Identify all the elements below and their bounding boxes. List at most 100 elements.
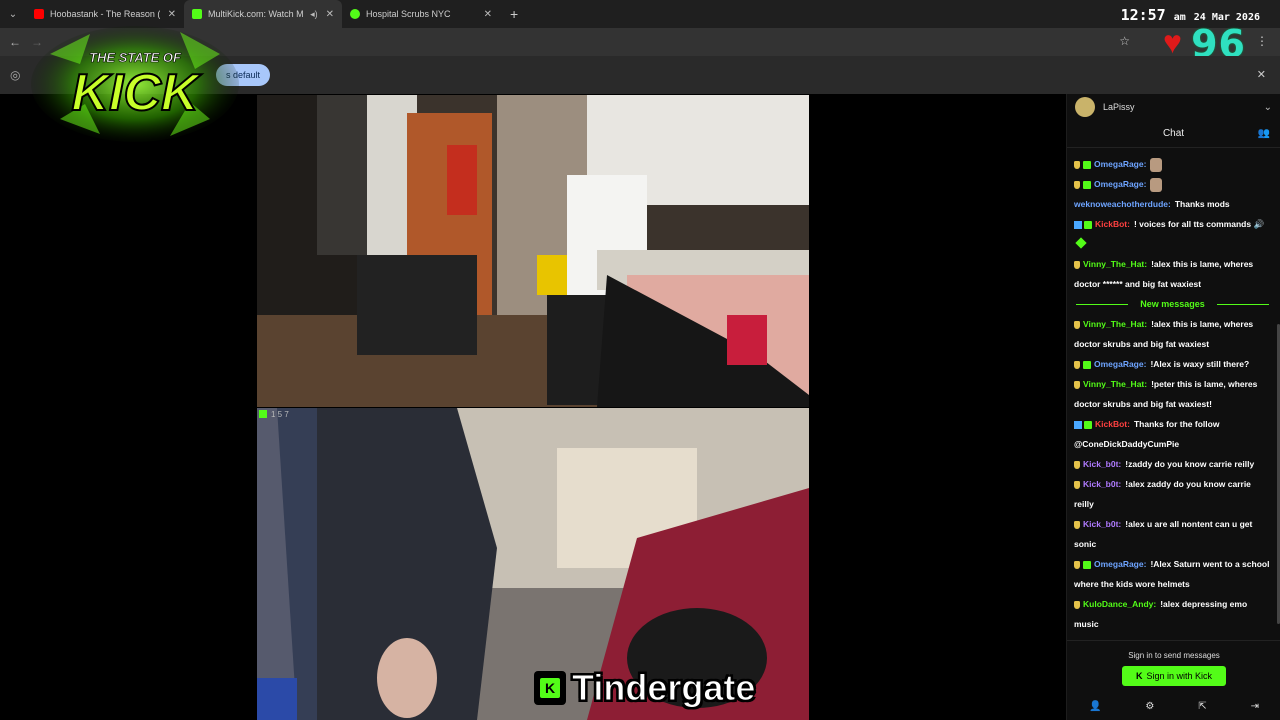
- chrome-icon: ◎: [10, 68, 21, 82]
- chat-footer: Sign in to send messages K Sign in with …: [1067, 640, 1280, 712]
- browser-menu-icon[interactable]: ⋮: [1256, 34, 1268, 48]
- chat-header: Chat 👥: [1067, 120, 1280, 148]
- chat-username[interactable]: Vinny_The_Hat:: [1083, 319, 1147, 329]
- kick-logo-letter: K: [540, 678, 560, 698]
- bot-badge-icon: [1084, 220, 1092, 229]
- sub-badge-icon: [1083, 560, 1091, 569]
- chat-text: !zaddy do you know carrie reilly: [1125, 459, 1255, 469]
- gift-badge-icon: [1074, 380, 1080, 389]
- chat-text: !Alex is waxy still there?: [1150, 359, 1250, 369]
- chat-message[interactable]: OmegaRage: !Alex Saturn went to a school …: [1074, 554, 1271, 594]
- sub-badge-icon: [1083, 160, 1091, 169]
- youtube-icon: [34, 9, 44, 19]
- chat-message[interactable]: OmegaRage:: [1074, 174, 1271, 194]
- chat-message[interactable]: Vinny_The_Hat: !peter this is lame, where…: [1074, 374, 1271, 414]
- new-tab-button[interactable]: +: [510, 6, 518, 22]
- gear-icon[interactable]: ⚙: [1145, 701, 1154, 712]
- screen: ⌄ Hoobastank - The Reason (Lyric ✕ Multi…: [0, 0, 1280, 720]
- gift-badge-icon: [1074, 520, 1080, 529]
- kick-live-icon: [259, 410, 267, 418]
- logo-line2: KICK: [71, 64, 202, 122]
- chat-user-header[interactable]: LaPissy ⌄: [1067, 94, 1280, 120]
- tab-hospital-scrubs[interactable]: Hospital Scrubs NYC ✕: [342, 0, 500, 28]
- play-icon: [350, 9, 360, 19]
- gift-badge-icon: [1074, 160, 1080, 169]
- tab-close-icon[interactable]: ✕: [168, 9, 176, 20]
- sub-badge-icon: [1083, 360, 1091, 369]
- kick-logo-icon: K: [1135, 671, 1143, 681]
- chat-message[interactable]: Vinny_The_Hat: !alex this is lame, wheres…: [1074, 254, 1271, 294]
- chat-username[interactable]: Kick_b0t:: [1083, 519, 1121, 529]
- tab-title: MultiKick.com: Watch Multi: [208, 9, 304, 19]
- clock-time: 12:57: [1120, 6, 1166, 24]
- tab-search-chevron-icon[interactable]: ⌄: [0, 0, 26, 28]
- emote-icon: [1150, 157, 1163, 172]
- chat-text: ! voices for all tts commands 🔊: [1133, 219, 1265, 229]
- infobar-close-icon[interactable]: ✕: [1257, 68, 1266, 81]
- chat-message[interactable]: Kick_b0t: !zaddy do you know carrie reill…: [1074, 454, 1271, 474]
- verified-badge-icon: [1074, 220, 1082, 229]
- tab-title: Hoobastank - The Reason (Lyric: [50, 9, 160, 19]
- new-messages-divider: New messages: [1070, 294, 1275, 314]
- gift-badge-icon: [1074, 460, 1080, 469]
- tab-close-icon[interactable]: ✕: [484, 9, 492, 20]
- heart-icon: ♥: [1163, 24, 1182, 60]
- signin-prompt: Sign in to send messages: [1128, 651, 1220, 660]
- video-label: 1 5 7: [271, 410, 289, 419]
- chat-message[interactable]: KickBot: Thanks for the follow @ConeDickD…: [1074, 414, 1271, 454]
- video-player-top[interactable]: [257, 95, 809, 407]
- chat-messages[interactable]: OmegaRage: OmegaRage: weknoweachotherdude:…: [1067, 150, 1277, 676]
- chat-username[interactable]: Vinny_The_Hat:: [1083, 259, 1147, 269]
- gift-badge-icon: [1074, 320, 1080, 329]
- video-frame-kitchen: [257, 95, 809, 407]
- avatar: [1075, 97, 1095, 117]
- emote-icon: [1150, 177, 1163, 192]
- gift-badge-icon: [1074, 480, 1080, 489]
- chat-message[interactable]: Vinny_The_Hat: !alex this is lame, wheres…: [1074, 314, 1271, 354]
- speaker-icon[interactable]: ◂): [310, 9, 318, 20]
- verified-badge-icon: [1074, 420, 1082, 429]
- sub-badge-icon: [1083, 180, 1091, 189]
- tab-title: Hospital Scrubs NYC: [366, 9, 451, 19]
- chat-message[interactable]: weknoweachotherdude: Thanks mods: [1074, 194, 1271, 214]
- chat-message[interactable]: Kick_b0t: !alex zaddy do you know carrie …: [1074, 474, 1271, 514]
- caption-overlay: K Tindergate: [534, 667, 756, 708]
- chat-toolbar: 👤 ⚙ ⇱ ⇥: [1067, 701, 1280, 712]
- chat-username[interactable]: Vinny_The_Hat:: [1083, 379, 1147, 389]
- chat-username[interactable]: KickBot:: [1095, 219, 1130, 229]
- chat-message[interactable]: OmegaRage:: [1074, 154, 1271, 174]
- gift-badge-icon: [1074, 560, 1080, 569]
- chat-username[interactable]: OmegaRage:: [1094, 359, 1146, 369]
- chat-username[interactable]: Kick_b0t:: [1083, 479, 1121, 489]
- chat-username[interactable]: KickBot:: [1095, 419, 1130, 429]
- channel-username: LaPissy: [1103, 102, 1135, 112]
- chat-message[interactable]: OmegaRage: !Alex is waxy still there?: [1074, 354, 1271, 374]
- clock-ampm: am: [1173, 12, 1186, 23]
- chat-username[interactable]: OmegaRage:: [1094, 179, 1146, 189]
- bookmark-star-icon[interactable]: ☆: [1119, 34, 1130, 48]
- back-icon[interactable]: ←: [4, 35, 26, 49]
- logout-icon[interactable]: ⇥: [1251, 701, 1259, 712]
- signin-with-kick-button[interactable]: K Sign in with Kick: [1122, 666, 1226, 686]
- signin-button-label: Sign in with Kick: [1146, 671, 1213, 681]
- state-of-kick-logo: THE STATE OF KICK: [31, 26, 239, 142]
- tab-close-icon[interactable]: ✕: [326, 9, 334, 20]
- gift-badge-icon: [1074, 600, 1080, 609]
- green-heart-emote-icon: [1075, 237, 1087, 249]
- kick-logo-icon: K: [534, 671, 566, 705]
- chevron-down-icon[interactable]: ⌄: [1264, 102, 1272, 113]
- add-user-icon[interactable]: 👤: [1089, 701, 1101, 712]
- chat-text: Thanks mods: [1174, 199, 1230, 209]
- chat-message[interactable]: Kick_b0t: !alex u are all nontent can u g…: [1074, 514, 1271, 554]
- chat-username[interactable]: KuloDance_Andy:: [1083, 599, 1156, 609]
- bot-badge-icon: [1084, 420, 1092, 429]
- chat-username[interactable]: Kick_b0t:: [1083, 459, 1121, 469]
- logo-line1: THE STATE OF: [89, 50, 182, 65]
- chat-username[interactable]: OmegaRage:: [1094, 559, 1146, 569]
- chat-username[interactable]: OmegaRage:: [1094, 159, 1146, 169]
- chat-message[interactable]: KuloDance_Andy: !alex depressing emo musi…: [1074, 594, 1271, 634]
- popout-icon[interactable]: ⇱: [1198, 701, 1206, 712]
- chat-message[interactable]: KickBot:! voices for all tts commands 🔊: [1074, 214, 1271, 254]
- chat-username[interactable]: weknoweachotherdude:: [1074, 199, 1171, 209]
- users-icon[interactable]: 👥: [1258, 128, 1270, 139]
